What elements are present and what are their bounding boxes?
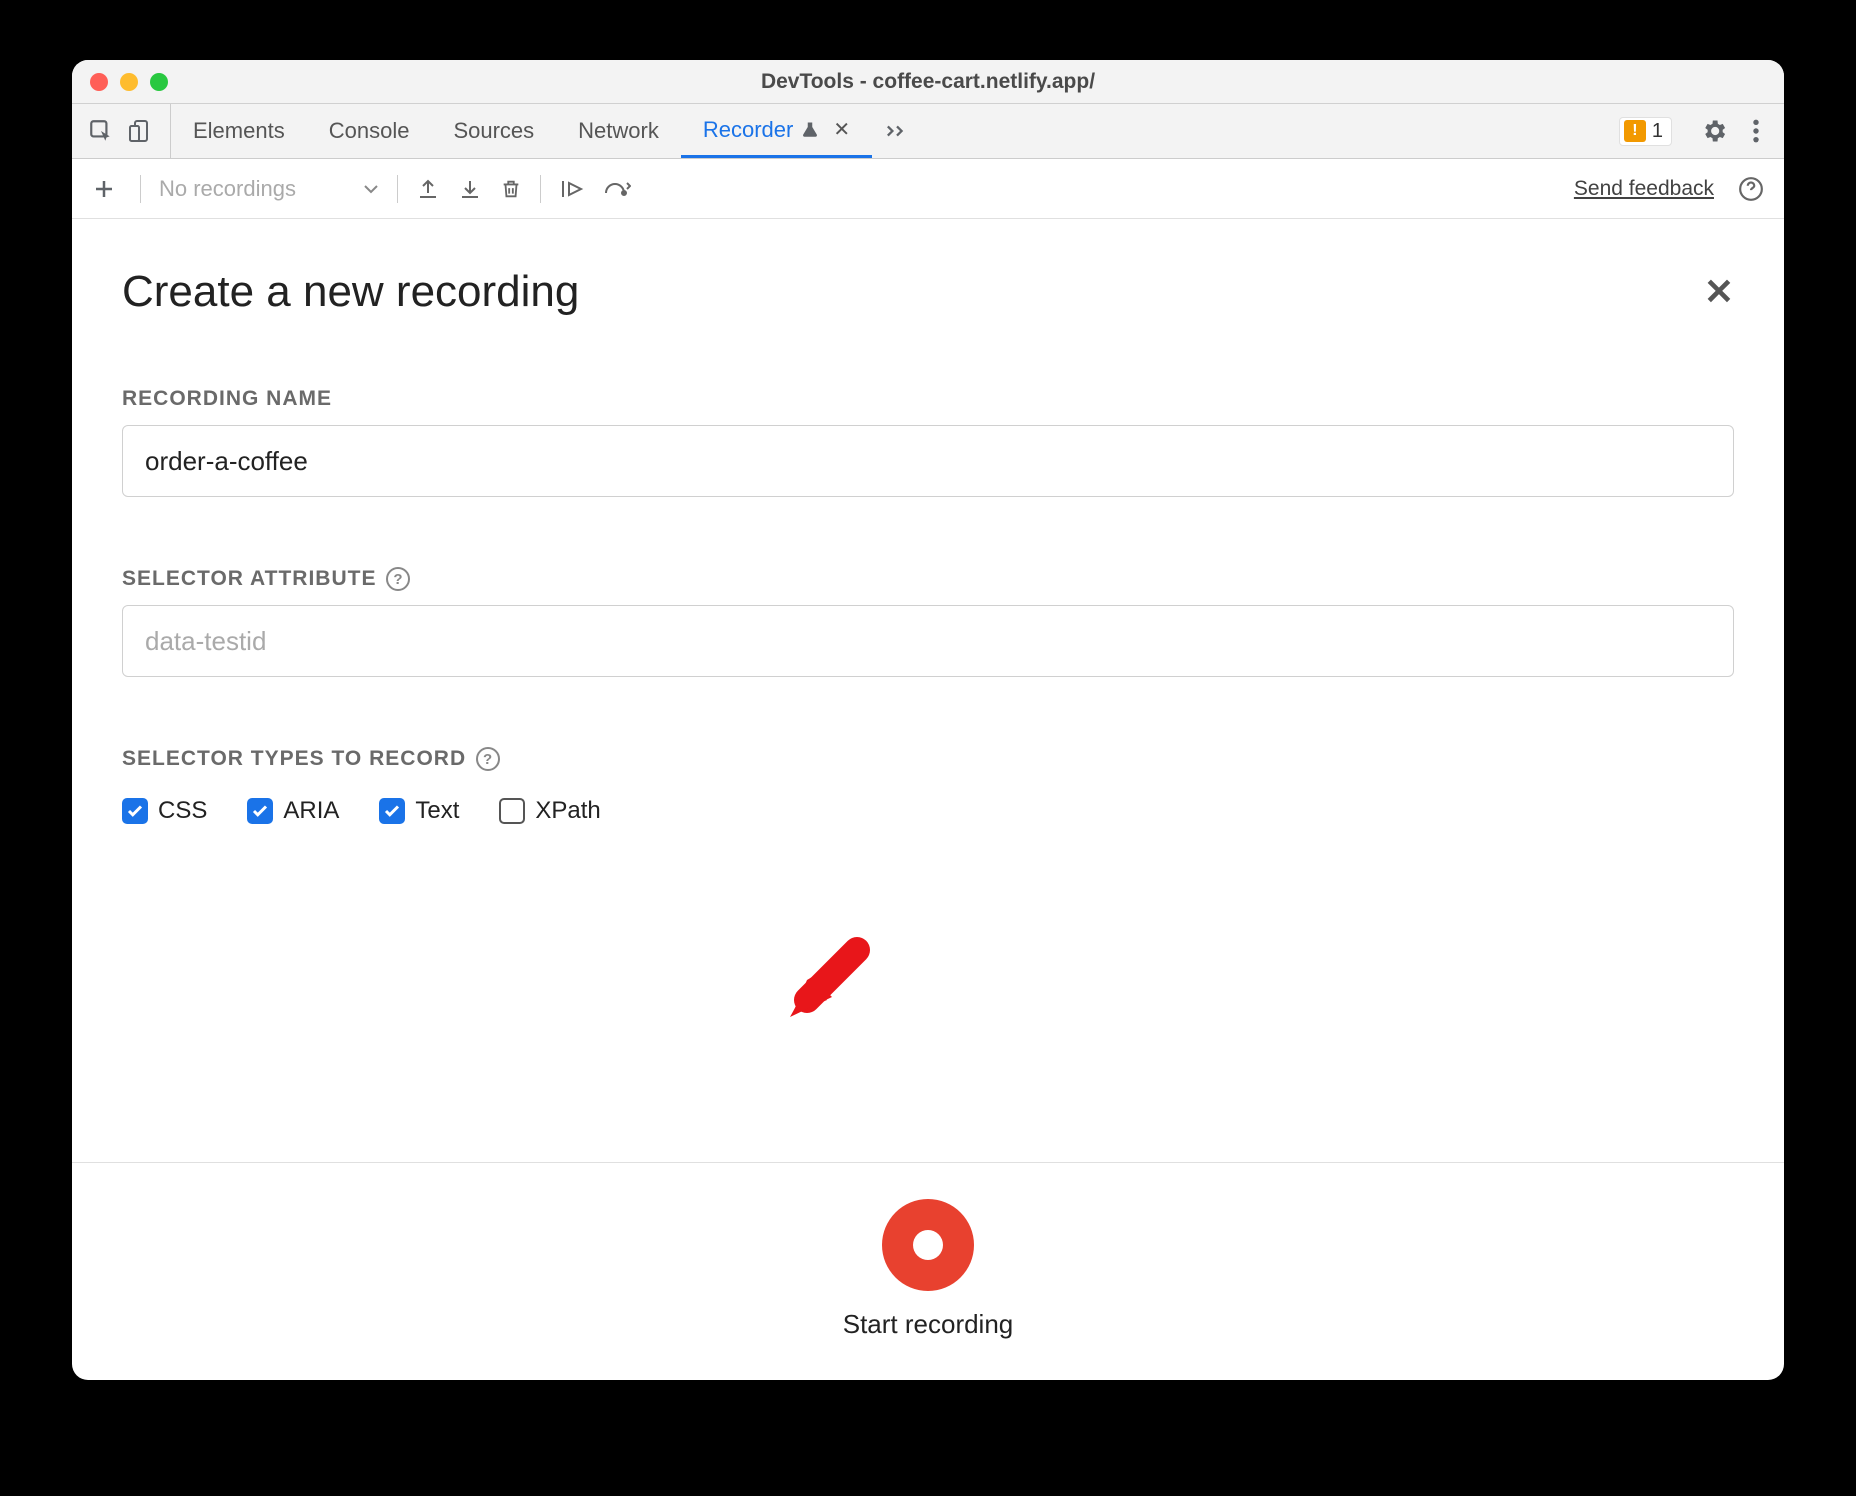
warning-icon: ! (1624, 120, 1646, 142)
titlebar: DevTools - coffee-cart.netlify.app/ (72, 60, 1784, 104)
tab-console[interactable]: Console (307, 104, 432, 158)
warning-count: 1 (1652, 120, 1663, 143)
selector-attribute-label: SELECTOR ATTRIBUTE ? (122, 567, 1734, 591)
help-icon[interactable]: ? (476, 747, 500, 771)
tab-elements[interactable]: Elements (171, 104, 307, 158)
page-title: Create a new recording (122, 267, 579, 317)
import-icon[interactable] (416, 177, 440, 201)
recorder-toolbar: No recordings Send feedback (72, 159, 1784, 219)
flask-icon (801, 120, 819, 140)
devtools-tabbar: Elements Console Sources Network Recorde… (72, 104, 1784, 159)
overflow-tabs-icon[interactable] (872, 123, 922, 139)
divider (397, 175, 398, 203)
more-menu-icon[interactable] (1740, 118, 1772, 144)
minimize-window-button[interactable] (120, 73, 138, 91)
inspect-icon[interactable] (88, 118, 114, 144)
tab-close-icon[interactable]: ✕ (833, 117, 850, 142)
help-icon[interactable]: ? (386, 567, 410, 591)
devtools-window: DevTools - coffee-cart.netlify.app/ Elem… (72, 60, 1784, 1380)
replay-icon[interactable] (559, 177, 585, 201)
start-recording-button[interactable] (882, 1199, 974, 1291)
footer: Start recording (72, 1162, 1784, 1380)
tab-sources[interactable]: Sources (431, 104, 556, 158)
step-icon[interactable] (603, 179, 631, 199)
checkbox-css[interactable]: CSS (122, 797, 207, 825)
divider (540, 175, 541, 203)
window-title: DevTools - coffee-cart.netlify.app/ (72, 70, 1784, 94)
device-toggle-icon[interactable] (128, 118, 152, 144)
checkbox-xpath[interactable]: XPath (499, 797, 600, 825)
maximize-window-button[interactable] (150, 73, 168, 91)
tab-recorder[interactable]: Recorder ✕ (681, 104, 872, 158)
close-panel-icon[interactable]: ✕ (1704, 271, 1734, 313)
chevron-down-icon (363, 184, 379, 194)
export-icon[interactable] (458, 177, 482, 201)
new-recording-icon[interactable] (86, 177, 122, 201)
recording-name-label: RECORDING NAME (122, 387, 1734, 411)
send-feedback-link[interactable]: Send feedback (1574, 177, 1714, 201)
selector-attribute-input[interactable] (122, 605, 1734, 677)
selector-types-label: SELECTOR TYPES TO RECORD ? (122, 747, 1734, 771)
recorder-content: Create a new recording ✕ RECORDING NAME … (72, 219, 1784, 1162)
window-controls (90, 73, 168, 91)
delete-icon[interactable] (500, 177, 522, 201)
issues-badge[interactable]: ! 1 (1619, 117, 1672, 146)
recording-name-input[interactable] (122, 425, 1734, 497)
checkbox-text[interactable]: Text (379, 797, 459, 825)
recording-select[interactable]: No recordings (159, 176, 379, 202)
tab-network[interactable]: Network (556, 104, 681, 158)
record-dot-icon (913, 1230, 943, 1260)
help-icon[interactable] (1732, 176, 1770, 202)
close-window-button[interactable] (90, 73, 108, 91)
divider (140, 175, 141, 203)
start-recording-label: Start recording (843, 1309, 1014, 1340)
settings-icon[interactable] (1688, 117, 1740, 145)
checkbox-aria[interactable]: ARIA (247, 797, 339, 825)
